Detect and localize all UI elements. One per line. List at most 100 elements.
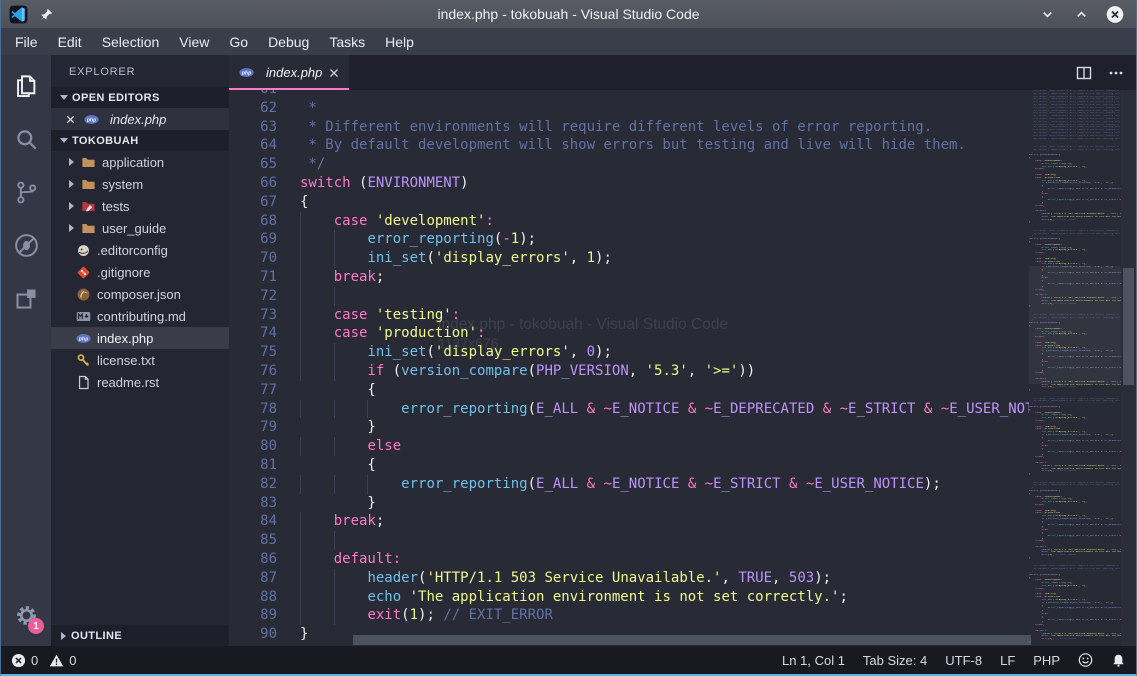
activity-extensions-button[interactable] <box>7 279 45 317</box>
menu-tasks[interactable]: Tasks <box>319 31 375 53</box>
pin-icon[interactable] <box>39 7 54 22</box>
tree-item-contributing.md[interactable]: contributing.md <box>51 305 229 327</box>
code-line-85: 85 <box>229 531 1029 550</box>
tab-index-php[interactable]: php index.php <box>229 55 349 90</box>
outline-header[interactable]: OUTLINE <box>51 625 229 646</box>
svg-text:php: php <box>86 117 96 123</box>
tree-item-.gitignore[interactable]: .gitignore <box>51 261 229 283</box>
tree-item-label: readme.rst <box>97 375 159 390</box>
menu-help[interactable]: Help <box>375 31 424 53</box>
open-editor-label: index.php <box>110 112 166 127</box>
activity-bar: 1 <box>1 55 51 646</box>
code-editor[interactable]: 61 *62 *63 * Different environments will… <box>229 90 1136 646</box>
tab-label: index.php <box>266 65 322 80</box>
tree-item-readme.rst[interactable]: readme.rst <box>51 371 229 393</box>
maximize-button[interactable] <box>1072 5 1090 23</box>
tree-item-.editorconfig[interactable]: .editorconfig <box>51 239 229 261</box>
warnings-icon[interactable] <box>49 653 64 668</box>
code-line-87: 87 header('HTTP/1.1 503 Service Unavaila… <box>229 569 1029 588</box>
activity-debug-button[interactable] <box>7 226 45 264</box>
code-line-61: 61 * <box>229 90 1029 99</box>
code-line-82: 82 error_reporting(E_ALL & ~E_NOTICE & ~… <box>229 475 1029 494</box>
vertical-scrollbar[interactable] <box>1121 90 1136 646</box>
tab-bar: php index.php <box>229 55 1136 90</box>
code-line-78: 78 error_reporting(E_ALL & ~E_NOTICE & ~… <box>229 400 1029 419</box>
composer-icon <box>76 287 91 302</box>
code-line-65: 65 */ <box>229 155 1029 174</box>
code-line-81: 81 { <box>229 456 1029 475</box>
minimize-button[interactable] <box>1038 5 1056 23</box>
feedback-smiley-icon[interactable] <box>1078 653 1093 668</box>
tree-item-label: user_guide <box>102 221 166 236</box>
editorconfig-icon <box>76 243 91 258</box>
tree-item-index.php[interactable]: phpindex.php <box>51 327 229 349</box>
chevron-down-icon <box>60 138 68 143</box>
menu-selection[interactable]: Selection <box>92 31 170 53</box>
code-line-73: 73 case 'testing': <box>229 306 1029 325</box>
activity-source-control-button[interactable] <box>7 173 45 211</box>
code-line-76: 76 if (version_compare(PHP_VERSION, '5.3… <box>229 362 1029 381</box>
explorer-sidebar: EXPLORER OPEN EDITORS php index.php TOKOB… <box>51 55 229 646</box>
folder-icon <box>81 155 96 170</box>
code-line-80: 80 else <box>229 437 1029 456</box>
close-editor-icon[interactable] <box>63 112 78 127</box>
open-editors-list: php index.php <box>51 108 229 130</box>
chevron-right-icon <box>69 202 74 210</box>
tree-item-user_guide[interactable]: user_guide <box>51 217 229 239</box>
menu-bar: FileEditSelectionViewGoDebugTasksHelp <box>1 28 1136 55</box>
code-line-79: 79 } <box>229 418 1029 437</box>
errors-icon[interactable] <box>11 653 26 668</box>
code-line-74: 74 case 'production': <box>229 324 1029 343</box>
vscode-logo-icon <box>9 5 28 24</box>
notifications-bell-icon[interactable] <box>1111 653 1126 668</box>
tree-item-application[interactable]: application <box>51 151 229 173</box>
status-utf-8[interactable]: UTF-8 <box>945 653 982 668</box>
horizontal-scrollbar[interactable] <box>229 635 1029 646</box>
tab-close-icon[interactable] <box>327 66 341 80</box>
code-area[interactable]: 61 *62 *63 * Different environments will… <box>229 90 1029 646</box>
chevron-right-icon <box>61 632 66 640</box>
close-button[interactable] <box>1106 5 1124 23</box>
settings-badge: 1 <box>28 618 44 634</box>
php-icon: php <box>76 331 91 346</box>
settings-gear-button[interactable]: 1 <box>7 596 45 634</box>
tree-item-composer.json[interactable]: composer.json <box>51 283 229 305</box>
menu-file[interactable]: File <box>5 31 48 53</box>
chevron-right-icon <box>69 224 74 232</box>
activity-explorer-button[interactable] <box>7 67 45 105</box>
tree-item-label: license.txt <box>97 353 155 368</box>
split-editor-icon[interactable] <box>1076 65 1092 81</box>
chevron-down-icon <box>60 95 68 100</box>
status-tab-size-4[interactable]: Tab Size: 4 <box>863 653 927 668</box>
menu-view[interactable]: View <box>169 31 219 53</box>
more-actions-icon[interactable] <box>1108 65 1124 81</box>
status-php[interactable]: PHP <box>1033 653 1060 668</box>
vertical-scrollbar-thumb[interactable] <box>1123 268 1134 385</box>
sidebar-title: EXPLORER <box>51 55 229 87</box>
horizontal-scrollbar-thumb[interactable] <box>353 635 1031 645</box>
extensions-icon <box>13 285 40 312</box>
menu-debug[interactable]: Debug <box>258 31 319 53</box>
status-lf[interactable]: LF <box>1000 653 1015 668</box>
minimap[interactable]: * Different environments will require di… <box>1029 90 1121 646</box>
menu-go[interactable]: Go <box>219 31 258 53</box>
warnings-count[interactable]: 0 <box>69 653 76 668</box>
open-editor-index.php[interactable]: php index.php <box>51 108 229 130</box>
tree-item-tests[interactable]: tests <box>51 195 229 217</box>
activity-search-button[interactable] <box>7 120 45 158</box>
tree-item-system[interactable]: system <box>51 173 229 195</box>
menu-edit[interactable]: Edit <box>48 31 92 53</box>
errors-count[interactable]: 0 <box>31 653 38 668</box>
search-icon <box>13 126 40 153</box>
open-editors-header[interactable]: OPEN EDITORS <box>51 87 229 108</box>
code-line-66: 66switch (ENVIRONMENT) <box>229 174 1029 193</box>
code-line-67: 67{ <box>229 193 1029 212</box>
doc-icon <box>76 375 91 390</box>
debug-no-bug-icon <box>13 232 40 259</box>
status-ln-1-col-1[interactable]: Ln 1, Col 1 <box>782 653 845 668</box>
code-line-71: 71 break; <box>229 268 1029 287</box>
tree-item-license.txt[interactable]: license.txt <box>51 349 229 371</box>
git-branch-icon <box>13 179 40 206</box>
file-tree: applicationsystemtests user_guide .editorc… <box>51 151 229 393</box>
folder-section-header[interactable]: TOKOBUAH <box>51 130 229 151</box>
